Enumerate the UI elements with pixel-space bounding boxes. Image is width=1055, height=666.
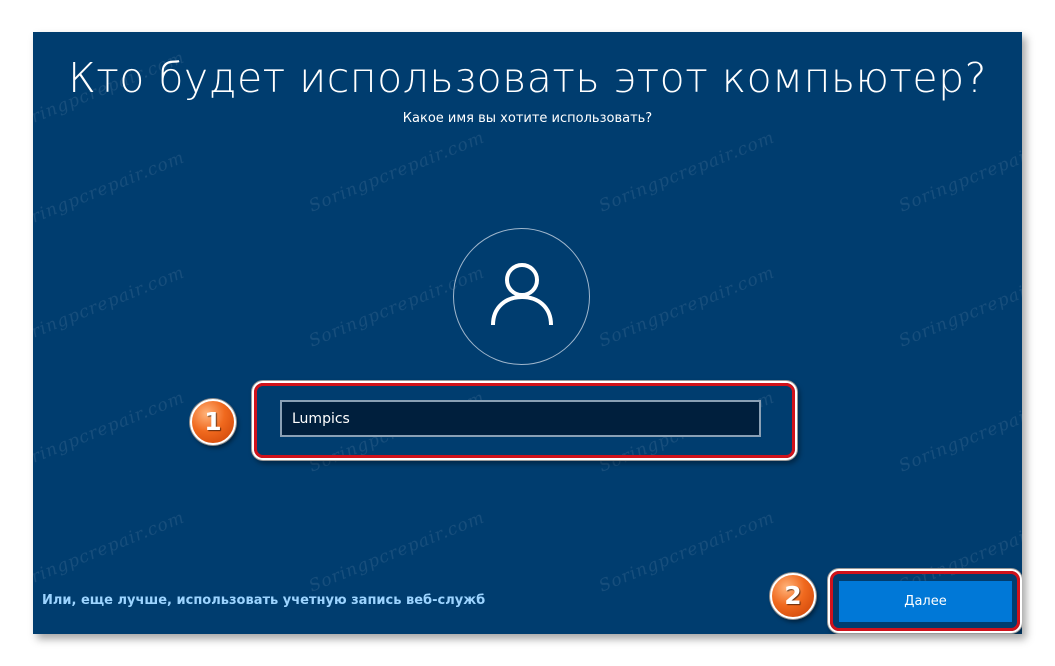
username-input[interactable] [280,400,761,437]
step-badge-2: 2 [770,573,816,619]
user-avatar [453,228,590,365]
screenshot-stage: Soringpcrepair.com Soringpcrepair.com So… [0,0,1055,666]
user-icon [491,263,553,326]
web-services-account-link[interactable]: Или, еще лучше, использовать учетную зап… [42,593,485,608]
page-title: Кто будет использовать этот компьютер? [68,54,987,102]
watermark: Soringpcrepair.com [33,387,188,477]
watermark: Soringpcrepair.com [896,127,1022,217]
watermark: Soringpcrepair.com [306,127,488,217]
page-subtitle: Какое имя вы хотите использовать? [402,111,653,126]
watermark: Soringpcrepair.com [596,507,778,597]
watermark: Soringpcrepair.com [596,262,778,352]
watermark: Soringpcrepair.com [896,262,1022,352]
watermark: Soringpcrepair.com [33,262,188,352]
step-badge-1: 1 [190,399,236,445]
watermark: Soringpcrepair.com [33,147,188,237]
watermark: Soringpcrepair.com [896,387,1022,477]
windows-setup-screen: Soringpcrepair.com Soringpcrepair.com So… [33,32,1022,634]
next-button[interactable]: Далее [839,581,1012,622]
watermark: Soringpcrepair.com [33,507,188,597]
watermark: Soringpcrepair.com [306,507,488,597]
watermark: Soringpcrepair.com [596,127,778,217]
